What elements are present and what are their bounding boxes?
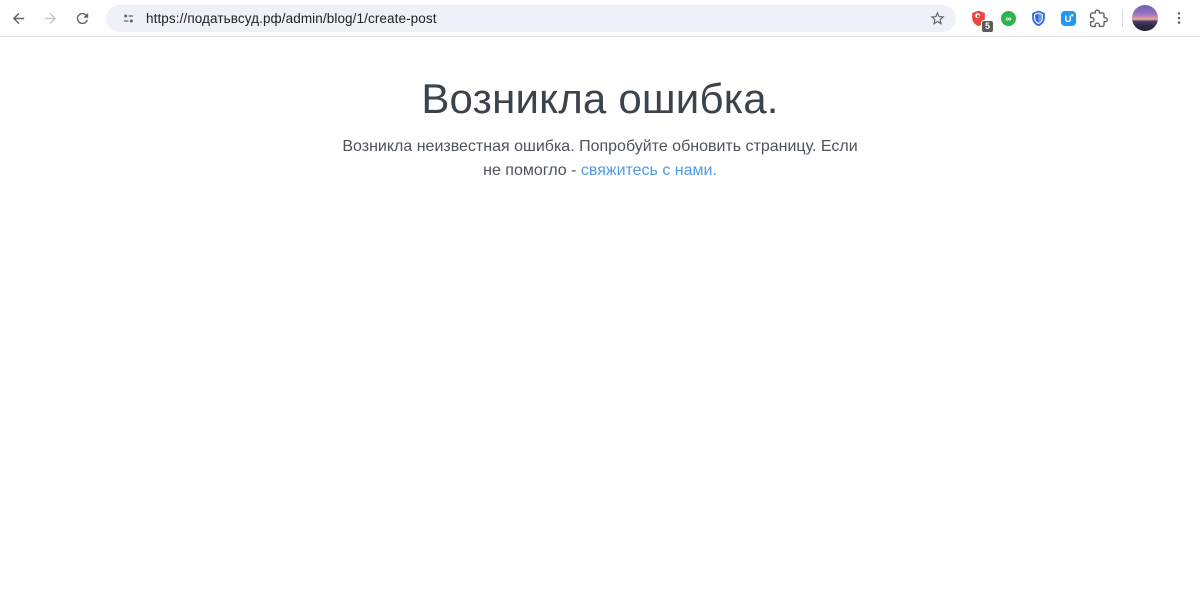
- site-info-icon[interactable]: [118, 8, 138, 28]
- error-title: Возникла ошибка.: [421, 75, 779, 122]
- browser-menu-button[interactable]: [1166, 5, 1192, 31]
- error-message-line2: не помогло -: [483, 162, 581, 179]
- url-input[interactable]: [146, 10, 924, 26]
- blue-u-icon: U: [1060, 10, 1077, 26]
- site-controls-icon: [123, 14, 133, 22]
- profile-avatar[interactable]: [1132, 5, 1158, 31]
- green-infinity-icon: ∞: [1000, 10, 1017, 26]
- puzzle-piece-icon: [1089, 9, 1108, 27]
- bookmark-button[interactable]: [924, 5, 950, 31]
- extension-blue-u-square[interactable]: U: [1055, 5, 1082, 32]
- error-message-line1: Возникла неизвестная ошибка. Попробуйте …: [342, 138, 858, 155]
- blue-shield-icon: [1032, 10, 1045, 26]
- error-message: Возникла неизвестная ошибка. Попробуйте …: [280, 135, 920, 183]
- svg-text:U: U: [1065, 14, 1072, 25]
- svg-text:∞: ∞: [1005, 13, 1011, 23]
- browser-toolbar: 5 ∞ U: [0, 0, 1200, 37]
- extension-blue-shield-bitwarden[interactable]: [1025, 5, 1052, 32]
- back-button[interactable]: [4, 4, 32, 32]
- extension-badge: 5: [981, 19, 994, 33]
- refresh-icon: [76, 12, 88, 24]
- extension-red-shield-adblocker[interactable]: 5: [965, 5, 994, 33]
- error-page: Возникла ошибка. Возникла неизвестная ош…: [0, 37, 1200, 611]
- forward-button[interactable]: [36, 4, 64, 32]
- arrow-right-icon: [44, 12, 56, 24]
- extension-green-infinity[interactable]: ∞: [995, 5, 1022, 32]
- star-outline-icon: [929, 10, 945, 25]
- browser-window: 5 ∞ U: [0, 0, 1200, 611]
- kebab-menu-icon: [1177, 12, 1181, 24]
- address-bar[interactable]: [106, 4, 956, 32]
- reload-button[interactable]: [68, 4, 96, 32]
- contact-link[interactable]: свяжитесь с нами.: [581, 162, 717, 179]
- arrow-left-icon: [12, 12, 24, 24]
- toolbar-separator: [1122, 9, 1123, 27]
- extensions-menu-button[interactable]: [1085, 5, 1112, 32]
